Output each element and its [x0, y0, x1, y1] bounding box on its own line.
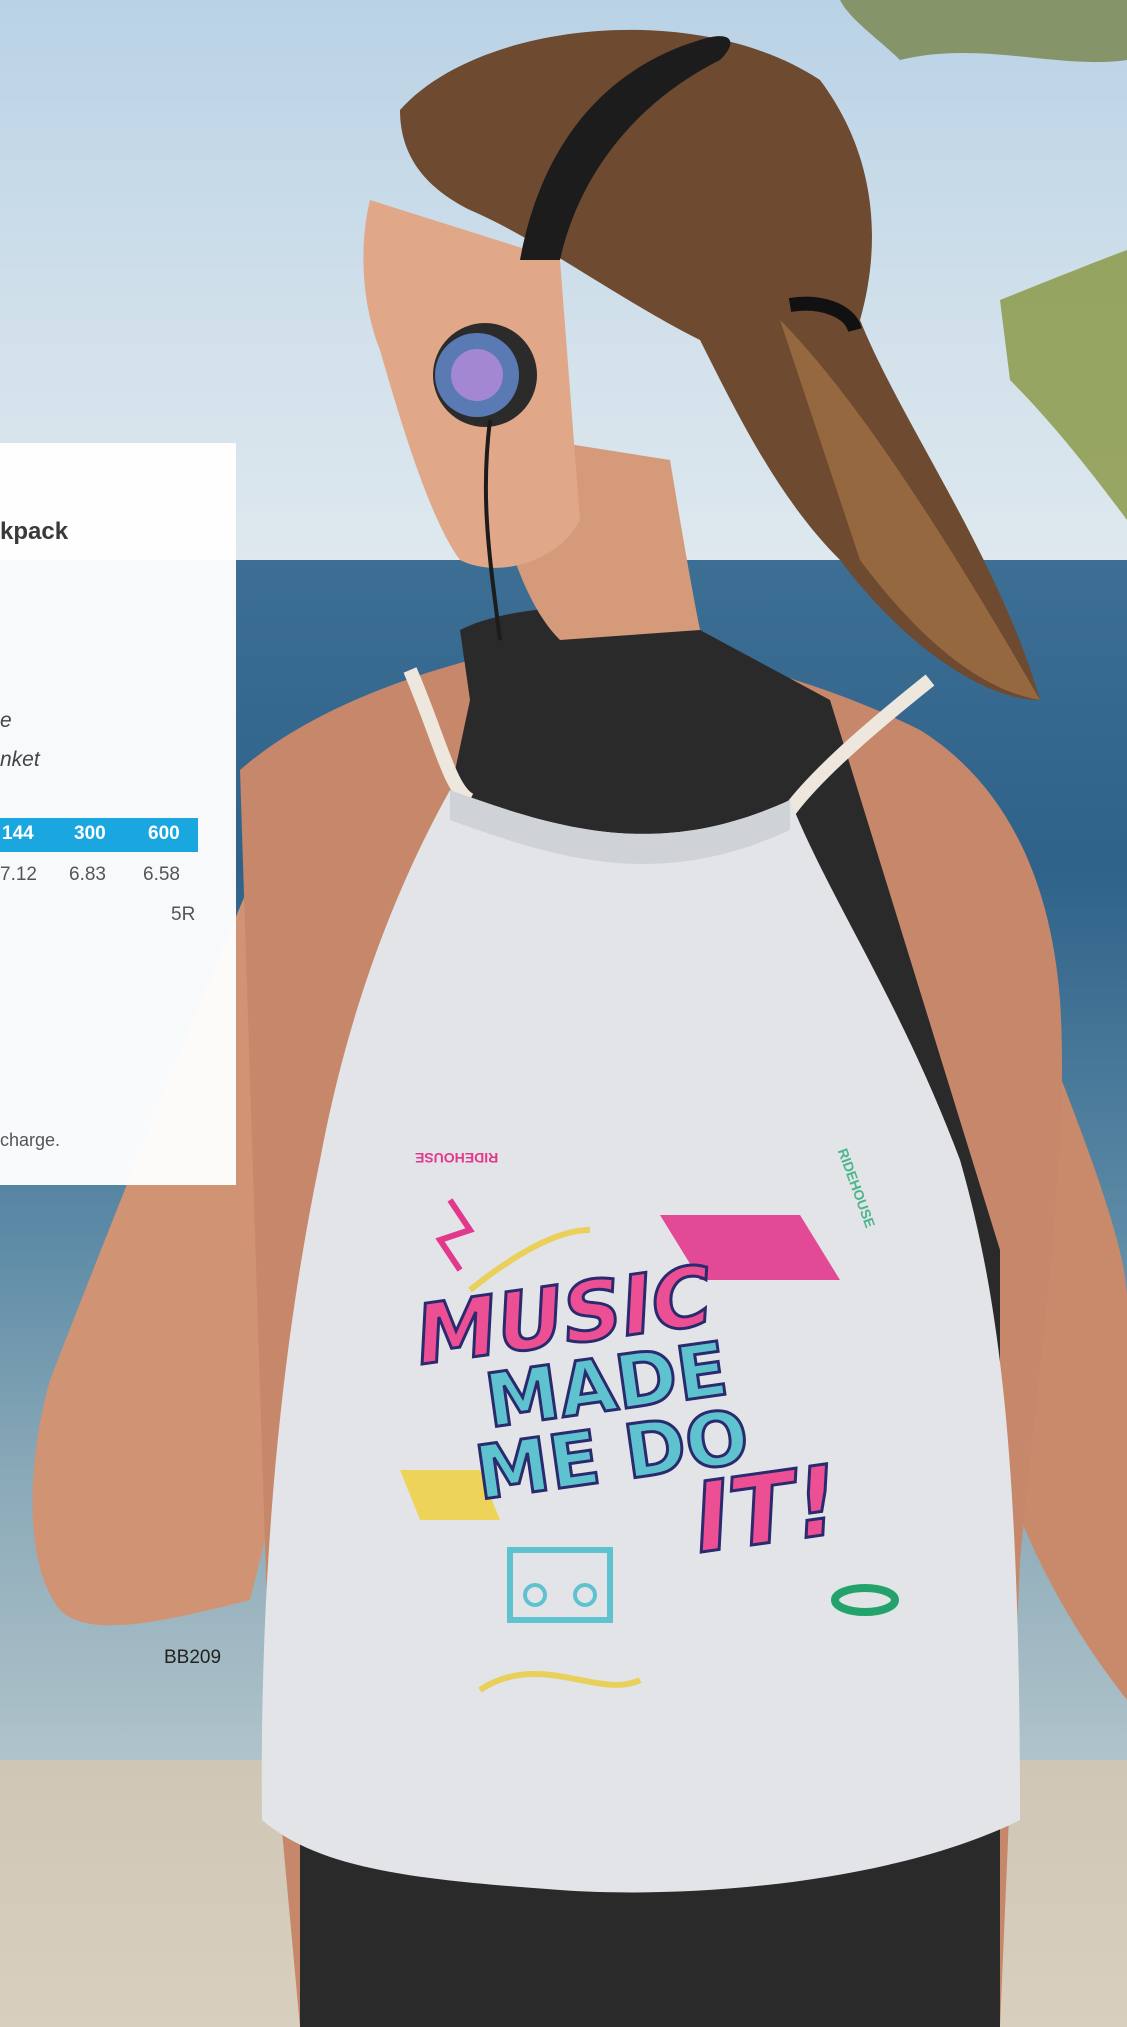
bag-print-text: MUSIC MADE ME DO IT! — [408, 1244, 847, 1594]
product-description-line1: e — [0, 709, 12, 732]
qty-300: 300 — [74, 823, 106, 844]
qty-144: 144 — [2, 823, 34, 844]
product-code: BB209 — [164, 1647, 222, 1668]
price-144: 7.12 — [0, 864, 37, 885]
setup-code: 5R — [171, 904, 196, 925]
footnote: charge. — [0, 1130, 61, 1150]
qty-600: 600 — [148, 823, 180, 844]
price-600: 6.58 — [143, 864, 180, 885]
bag-print-line4: IT! — [685, 1442, 847, 1576]
price-300: 6.83 — [69, 864, 106, 885]
bag-brand-mark: RIDEHOUSE — [415, 1150, 499, 1166]
product-description-line2: nket — [0, 748, 40, 771]
product-title: kpack — [0, 518, 69, 545]
product-info-panel — [0, 443, 236, 1185]
